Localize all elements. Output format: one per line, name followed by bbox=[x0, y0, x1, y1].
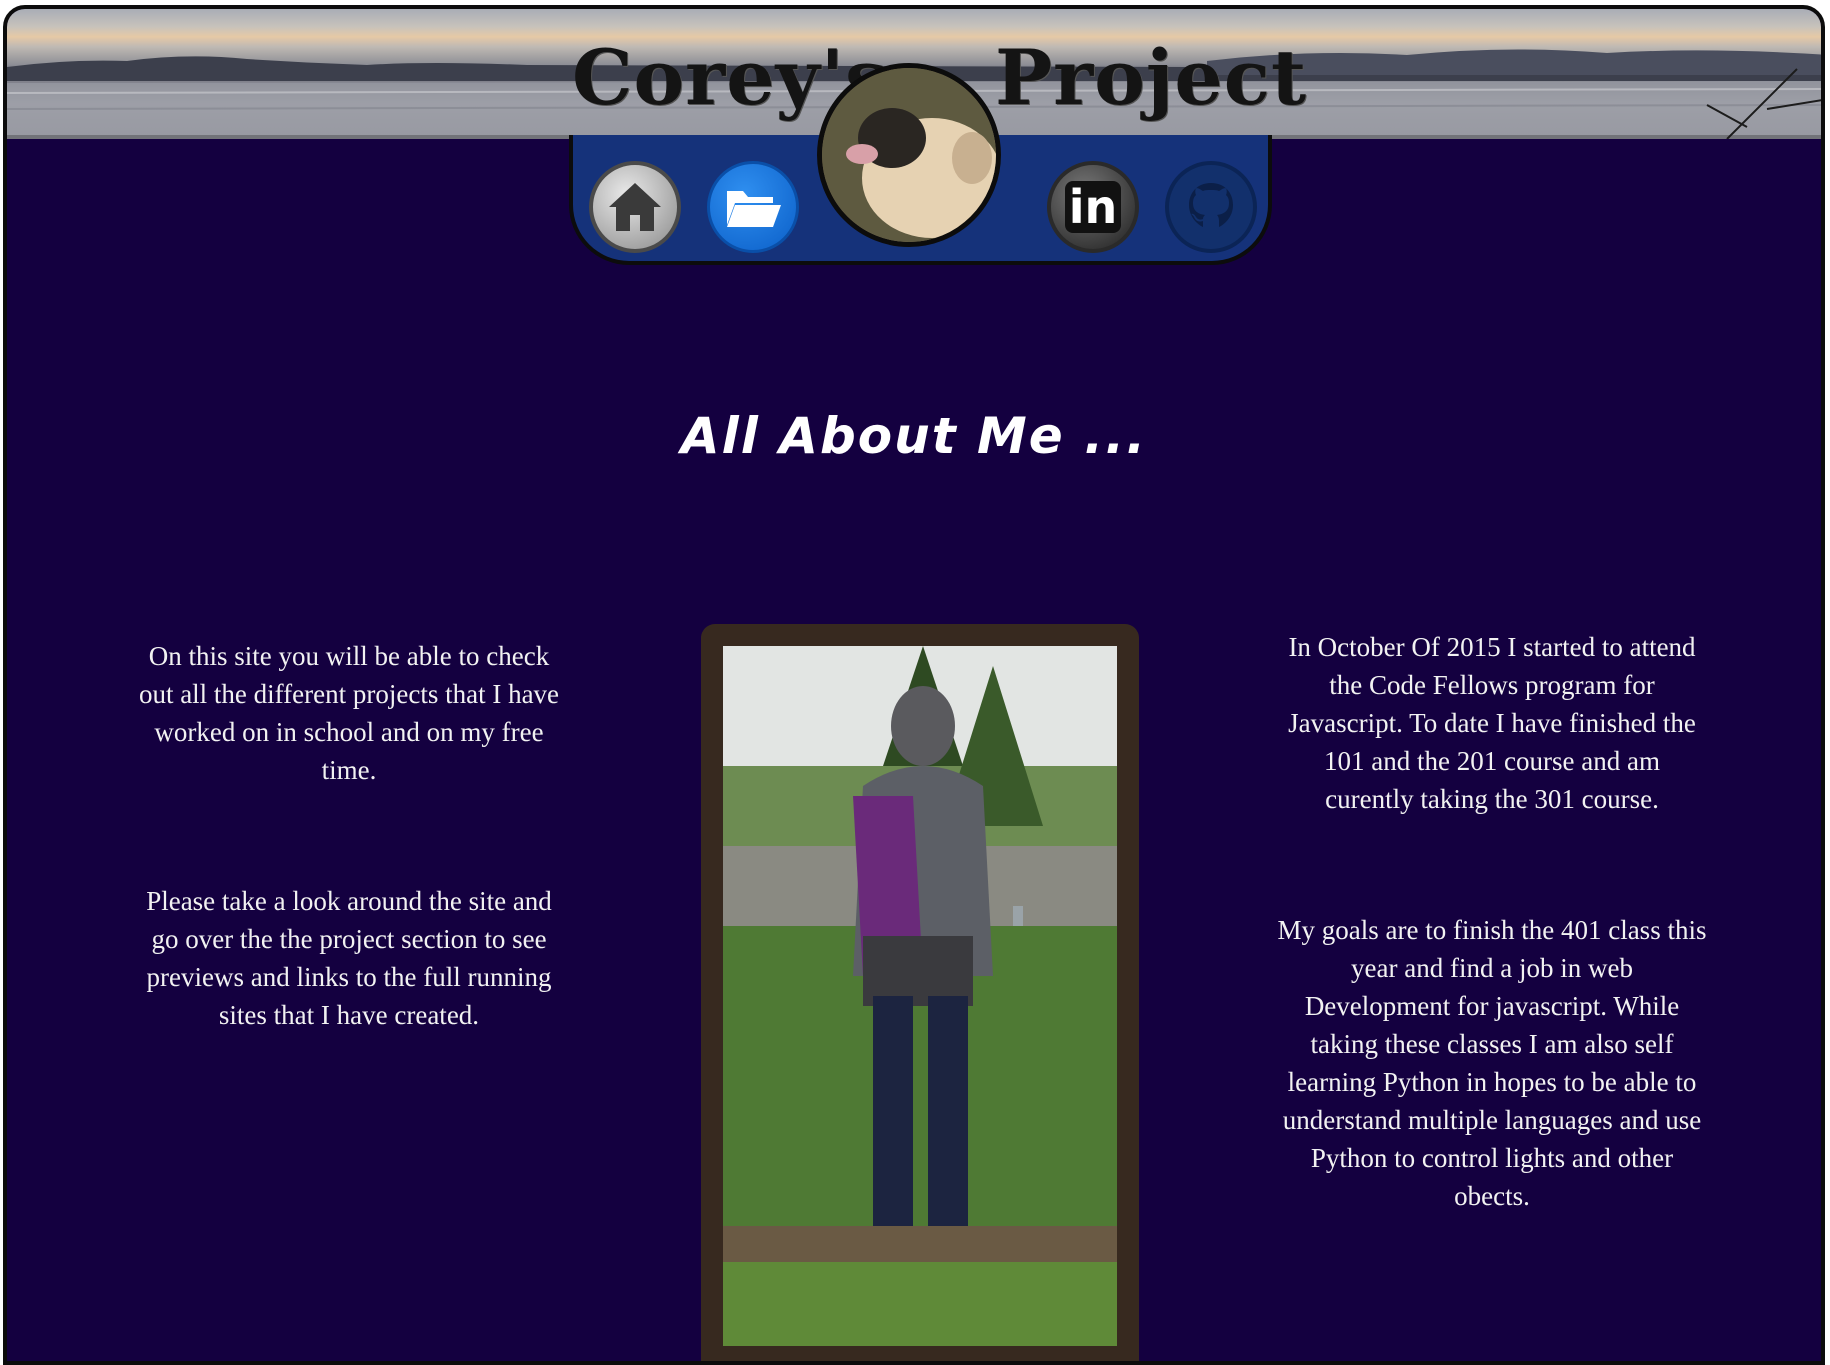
intro-paragraph-1: On this site you will be able to check o… bbox=[138, 641, 560, 785]
person-in-forest-image bbox=[723, 646, 1117, 1346]
profile-photo-frame bbox=[701, 624, 1139, 1361]
pug-photo bbox=[822, 68, 996, 242]
page-heading: All About Me ... bbox=[680, 407, 1148, 465]
home-icon bbox=[609, 183, 661, 231]
linkedin-icon: in bbox=[1064, 181, 1122, 233]
intro-paragraph-2: Please take a look around the site and g… bbox=[146, 886, 552, 1030]
avatar bbox=[817, 63, 1001, 247]
page-container: Corey's Project in All About Me ... On t… bbox=[3, 5, 1825, 1365]
bio-paragraph-1: In October Of 2015 I started to attend t… bbox=[1288, 632, 1696, 814]
bio-paragraph-2: My goals are to finish the 401 class thi… bbox=[1277, 915, 1707, 1211]
site-title-right: Project bbox=[995, 33, 1308, 122]
nav-linkedin-button[interactable]: in bbox=[1047, 161, 1139, 253]
nav-home-button[interactable] bbox=[589, 161, 681, 253]
nav-github-button[interactable] bbox=[1165, 161, 1257, 253]
github-icon bbox=[1189, 183, 1233, 227]
profile-photo bbox=[723, 646, 1117, 1346]
nav-projects-button[interactable] bbox=[707, 161, 799, 253]
folder-icon bbox=[727, 191, 781, 227]
